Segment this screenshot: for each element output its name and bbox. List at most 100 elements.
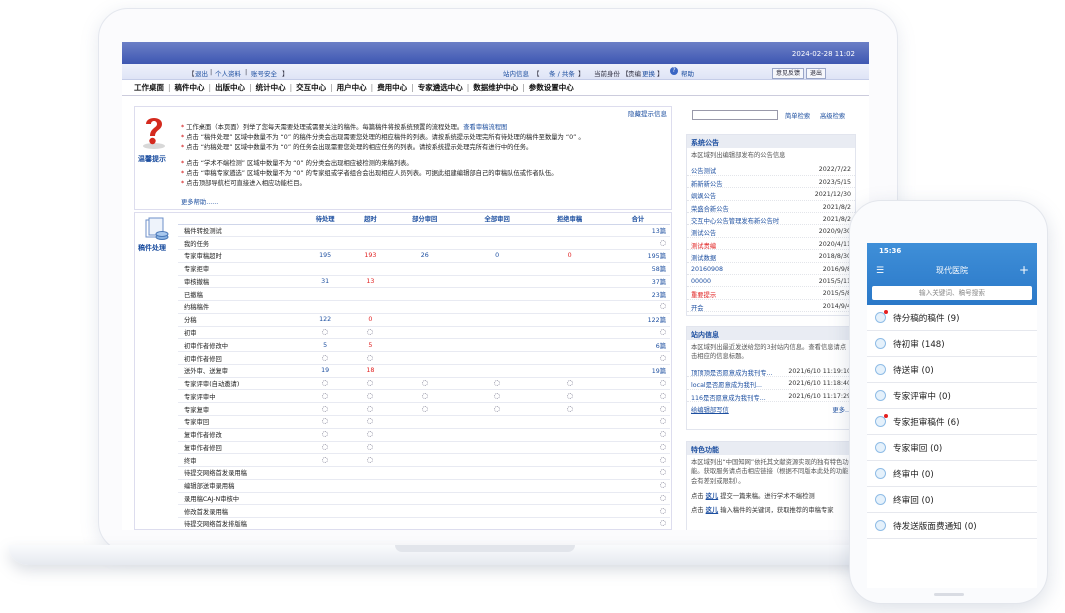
list-item[interactable]: 飒飒公告 2021/12/30 xyxy=(687,188,855,201)
profile-link[interactable]: 个人资料 xyxy=(215,68,241,78)
table-row[interactable]: 专家审稿超时 195 193 26 0 0 195篇 xyxy=(178,249,670,263)
message-title-link[interactable]: local是否愿意成为我刊... xyxy=(691,380,791,389)
site-message-link[interactable]: 站内信息 xyxy=(503,68,529,78)
table-cell[interactable] xyxy=(605,517,670,530)
table-cell[interactable] xyxy=(533,402,606,416)
list-item[interactable]: 顶顶顶是否愿意成为我刊专... 2021/6/10 11:19:10 xyxy=(687,365,855,378)
help-link[interactable]: 帮助 xyxy=(681,68,694,78)
table-cell[interactable] xyxy=(352,389,389,404)
nav-users[interactable]: 用户中心 xyxy=(334,82,370,93)
table-cell[interactable] xyxy=(605,479,670,493)
phone-task-item[interactable]: 待送审 (0) xyxy=(867,357,1037,383)
table-row[interactable]: 专家拒审 58篇 xyxy=(178,262,670,276)
notice-title-link[interactable]: 00000 xyxy=(691,278,791,285)
list-item[interactable]: 公告测试 2022/7/22 xyxy=(687,163,855,176)
notice-title-link[interactable]: 开会 xyxy=(691,303,791,312)
table-cell[interactable]: 0 xyxy=(533,249,606,263)
table-row[interactable]: 复审作者修回 xyxy=(178,441,670,455)
table-row[interactable]: 审核撤稿 31 13 37篇 xyxy=(178,275,670,289)
phone-task-item[interactable]: 专家审回 (0) xyxy=(867,435,1037,461)
nav-expert-selection[interactable]: 专家遴选中心 xyxy=(415,82,466,93)
table-row[interactable]: 分稿 122 0 122篇 xyxy=(178,313,670,327)
table-cell[interactable] xyxy=(460,377,534,391)
table-cell[interactable] xyxy=(298,428,353,442)
table-row[interactable]: 修改首发录用稿 xyxy=(178,504,670,519)
table-cell[interactable] xyxy=(352,326,389,340)
table-row[interactable]: 稿件转投测试 13篇 xyxy=(178,224,670,238)
table-cell[interactable]: 26 xyxy=(388,249,461,263)
notice-title-link[interactable]: 新新新公告 xyxy=(691,179,791,188)
table-row[interactable]: 送外审、送复审 19 18 19篇 xyxy=(178,364,670,378)
table-row[interactable]: 编辑部送审录用稿 xyxy=(178,479,670,493)
exit-button[interactable]: 退出 xyxy=(806,68,827,79)
nav-interaction[interactable]: 交互中心 xyxy=(293,82,329,93)
advanced-search-link[interactable]: 高级检索 xyxy=(820,111,845,120)
table-row[interactable]: 已撤稿 23篇 xyxy=(178,287,670,302)
notice-title-link[interactable]: 荣盛合新公告 xyxy=(691,204,791,213)
phone-task-item[interactable]: 待发送版面费通知 (0) xyxy=(867,513,1037,539)
table-cell[interactable] xyxy=(605,377,670,391)
list-item[interactable]: 测试数据 2018/8/30 xyxy=(687,250,855,263)
table-cell[interactable] xyxy=(352,441,389,455)
table-cell[interactable]: 31 xyxy=(298,275,353,289)
switch-role-link[interactable]: 更换 xyxy=(642,68,655,78)
plus-icon[interactable]: + xyxy=(1019,263,1029,277)
list-item[interactable]: 测试贵编 2020/4/11 xyxy=(687,238,855,251)
table-cell[interactable]: 122篇 xyxy=(605,313,670,327)
table-cell[interactable] xyxy=(352,415,389,429)
phone-search-input[interactable]: 输入关键词、稿号搜索 xyxy=(872,286,1032,300)
table-row[interactable]: 专家审回 xyxy=(178,415,670,429)
table-cell[interactable]: 5 xyxy=(352,338,389,353)
table-cell[interactable] xyxy=(352,351,389,365)
table-cell[interactable]: 193 xyxy=(352,249,389,263)
message-count[interactable]: 条 / 共条 xyxy=(549,68,575,78)
table-row[interactable]: 初审 xyxy=(178,326,670,340)
more-help-link[interactable]: 更多帮助...... xyxy=(181,197,218,206)
table-cell[interactable] xyxy=(605,236,670,251)
nav-statistics[interactable]: 统计中心 xyxy=(253,82,289,93)
table-row[interactable]: 待提交网络首发录用稿 xyxy=(178,466,670,480)
table-cell[interactable] xyxy=(352,402,389,416)
flow-chart-link[interactable]: 查看审稿流程图 xyxy=(463,124,507,131)
table-row[interactable]: 初审作者修改中 5 5 6篇 xyxy=(178,338,670,353)
security-link[interactable]: 账号安全 xyxy=(251,68,277,78)
table-cell[interactable] xyxy=(388,402,461,416)
search-input[interactable] xyxy=(692,110,778,120)
list-item[interactable]: 重要提示 2015/5/8 xyxy=(687,287,855,300)
simple-search-link[interactable]: 简单检索 xyxy=(785,111,810,120)
list-item[interactable]: 20160908 2016/9/8 xyxy=(687,263,855,275)
table-cell[interactable]: 195 xyxy=(298,249,353,263)
table-cell[interactable] xyxy=(352,453,389,468)
nav-publishing[interactable]: 出版中心 xyxy=(212,82,248,93)
table-cell[interactable] xyxy=(605,453,670,468)
table-cell[interactable] xyxy=(533,377,606,391)
table-row[interactable]: 约稿稿件 xyxy=(178,300,670,314)
table-row[interactable]: 专家评审中 xyxy=(178,389,670,404)
message-title-link[interactable]: 顶顶顶是否愿意成为我刊专... xyxy=(691,368,791,377)
table-cell[interactable]: 122 xyxy=(298,313,353,327)
phone-task-item[interactable]: 待初审 (148) xyxy=(867,331,1037,357)
notice-title-link[interactable]: 交互中心公告管理发布新公告时 xyxy=(691,216,791,225)
plagiarism-check-link[interactable]: 这儿 xyxy=(706,493,719,500)
table-cell[interactable]: 58篇 xyxy=(605,262,670,276)
feedback-button[interactable]: 意见反馈 xyxy=(772,68,805,79)
table-cell[interactable] xyxy=(605,402,670,416)
notice-title-link[interactable]: 公告测试 xyxy=(691,166,791,175)
table-cell[interactable] xyxy=(605,492,670,506)
phone-task-item[interactable]: 待分稿的稿件 (9) xyxy=(867,305,1037,331)
table-cell[interactable] xyxy=(298,377,353,391)
table-cell[interactable] xyxy=(605,441,670,455)
table-cell[interactable]: 0 xyxy=(460,249,534,263)
list-item[interactable]: 荣盛合新公告 2021/8/2 xyxy=(687,201,855,213)
table-cell[interactable] xyxy=(298,453,353,468)
table-cell[interactable] xyxy=(605,389,670,404)
nav-workbench[interactable]: 工作桌面 xyxy=(131,82,167,93)
table-row[interactable]: 终审 xyxy=(178,453,670,468)
table-row[interactable]: 复审作者修改 xyxy=(178,428,670,442)
nav-fees[interactable]: 费用中心 xyxy=(374,82,410,93)
table-cell[interactable]: 0 xyxy=(352,313,389,327)
table-cell[interactable] xyxy=(533,389,606,404)
logout-link[interactable]: 退出 xyxy=(195,68,208,78)
table-cell[interactable] xyxy=(388,389,461,404)
table-cell[interactable] xyxy=(605,415,670,429)
